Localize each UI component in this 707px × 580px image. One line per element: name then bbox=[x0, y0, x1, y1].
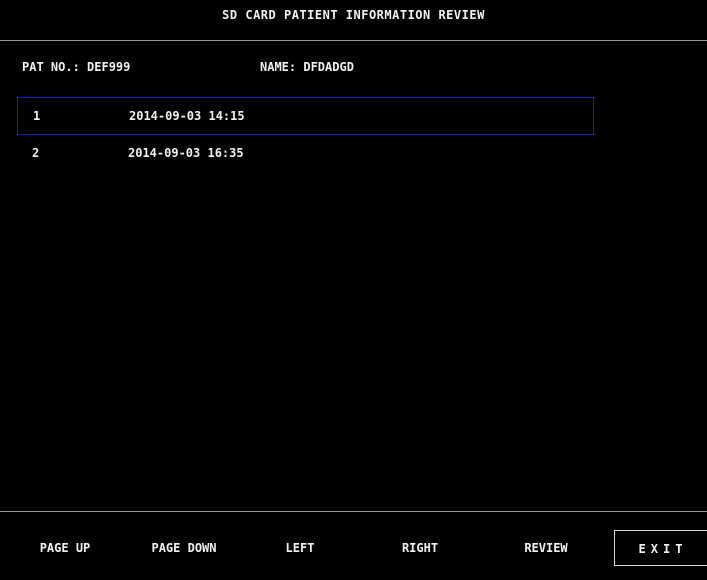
footer-divider bbox=[0, 511, 707, 512]
page-title: SD CARD PATIENT INFORMATION REVIEW bbox=[222, 8, 485, 22]
page-up-button[interactable]: PAGE UP bbox=[18, 530, 112, 566]
left-button[interactable]: LEFT bbox=[262, 530, 338, 566]
record-timestamp: 2014-09-03 14:15 bbox=[129, 109, 245, 123]
patient-name: NAME: DFDADGD bbox=[260, 60, 354, 74]
review-button[interactable]: REVIEW bbox=[500, 530, 592, 566]
header-divider bbox=[0, 40, 707, 41]
record-index: 1 bbox=[33, 109, 41, 123]
record-row-1[interactable]: 1 2014-09-03 14:15 bbox=[17, 97, 594, 135]
record-row-2[interactable]: 2 2014-09-03 16:35 bbox=[17, 135, 594, 173]
record-index: 2 bbox=[32, 146, 40, 160]
exit-button[interactable]: EXIT bbox=[614, 530, 707, 566]
record-timestamp: 2014-09-03 16:35 bbox=[128, 146, 244, 160]
page-down-button[interactable]: PAGE DOWN bbox=[128, 530, 240, 566]
patient-number: PAT NO.: DEF999 bbox=[22, 60, 131, 74]
right-button[interactable]: RIGHT bbox=[378, 530, 462, 566]
